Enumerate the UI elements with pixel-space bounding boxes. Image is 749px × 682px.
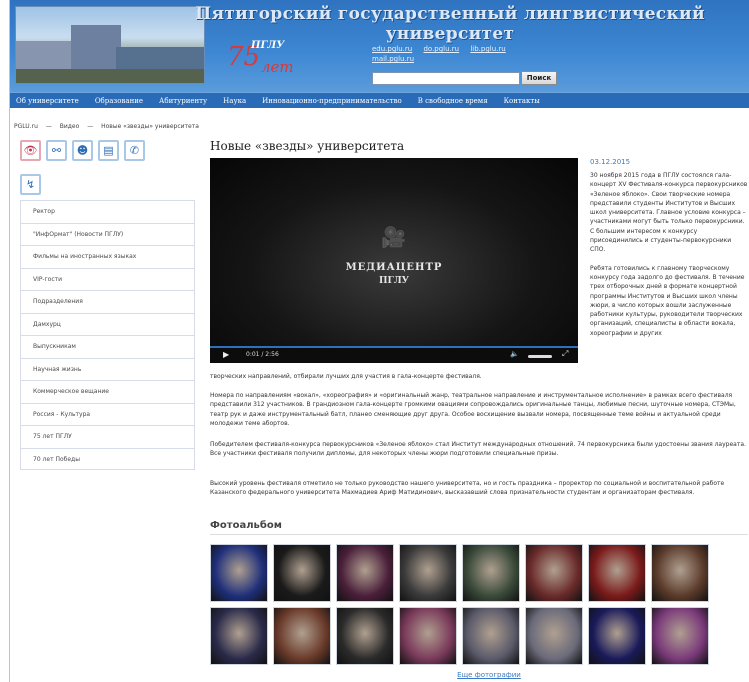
fullscreen-icon[interactable]: ⤢ bbox=[562, 349, 568, 359]
nav-item-applicants[interactable]: Абитуриенту bbox=[159, 97, 207, 105]
article-intro: 30 ноября 2015 года в ПГЛУ состоялся гал… bbox=[590, 171, 748, 347]
sidebar-item-damkhurts[interactable]: Дамхурц bbox=[20, 312, 195, 335]
photo-thumbnail[interactable] bbox=[651, 544, 709, 602]
intro-paragraph: 30 ноября 2015 года в ПГЛУ состоялся гал… bbox=[590, 172, 748, 254]
photo-thumbnail[interactable] bbox=[273, 607, 331, 665]
nav-item-contacts[interactable]: Контакты bbox=[504, 97, 540, 105]
breadcrumb-separator: — bbox=[45, 123, 52, 130]
camera-icon: 🎥 bbox=[381, 225, 406, 249]
sidebar-item-russia-culture[interactable]: Россия - Культура bbox=[20, 402, 195, 425]
more-photos-link[interactable]: Еще фотографии bbox=[10, 671, 749, 679]
photo-thumbnail[interactable] bbox=[588, 544, 646, 602]
nav-item-about[interactable]: Об университете bbox=[16, 97, 79, 105]
search-button[interactable]: Поиск bbox=[521, 71, 557, 85]
sidebar-menu: Ректор "ИнфОрмат" (Новости ПГЛУ) Фильмы … bbox=[20, 200, 195, 470]
breadcrumb-video[interactable]: Видео bbox=[60, 123, 80, 130]
header-links: edu.pglu.ru do.pglu.ru lib.pglu.ru mail.… bbox=[372, 44, 515, 64]
volume-icon[interactable]: 🔈 bbox=[510, 350, 519, 358]
sidebar-item-commercial[interactable]: Коммерческое вещание bbox=[20, 380, 195, 403]
link-do[interactable]: do.pglu.ru bbox=[423, 45, 459, 53]
divider bbox=[210, 534, 748, 535]
anniversary-logo[interactable]: 75 ПГЛУ лет bbox=[227, 40, 313, 80]
photo-thumbnail[interactable] bbox=[462, 607, 520, 665]
sidebar-item-films[interactable]: Фильмы на иностранных языках bbox=[20, 245, 195, 268]
page-title: Новые «звезды» университета bbox=[210, 139, 405, 153]
sidebar-item-vip[interactable]: VIP-гости bbox=[20, 267, 195, 290]
main-nav: Об университете Образование Абитуриенту … bbox=[10, 92, 749, 108]
photo-thumbnail[interactable] bbox=[273, 544, 331, 602]
page-frame: Пятигорский государственный лингвистичес… bbox=[9, 0, 749, 682]
article-paragraph: Высокий уровень фестиваля отметило не то… bbox=[210, 480, 725, 497]
sidebar-item-informat[interactable]: "ИнфОрмат" (Новости ПГЛУ) bbox=[20, 222, 195, 245]
article-date: 03.12.2015 bbox=[590, 158, 631, 166]
photo-thumbnail[interactable] bbox=[210, 607, 268, 665]
photo-thumbnail[interactable] bbox=[588, 607, 646, 665]
video-brand-line2: ПГЛУ bbox=[379, 276, 409, 286]
link-edu[interactable]: edu.pglu.ru bbox=[372, 45, 412, 53]
photo-thumbnail[interactable] bbox=[399, 544, 457, 602]
sidebar-item-graduates[interactable]: Выпускникам bbox=[20, 335, 195, 358]
nav-item-education[interactable]: Образование bbox=[95, 97, 143, 105]
article-paragraph: творческих направлений, отбирали лучших … bbox=[210, 373, 482, 380]
nav-item-free-time[interactable]: В свободное время bbox=[418, 97, 488, 105]
video-controls: ▶ 0:01 / 2:56 🔈 ⤢ bbox=[210, 346, 578, 363]
photo-thumbnail[interactable] bbox=[462, 544, 520, 602]
intro-paragraph: Ребята готовились к главному творческому… bbox=[590, 264, 745, 337]
photo-thumbnail[interactable] bbox=[399, 607, 457, 665]
link-mail[interactable]: mail.pglu.ru bbox=[372, 55, 414, 63]
volume-slider[interactable] bbox=[528, 355, 552, 358]
video-player[interactable]: 🎥 МЕДИАЦЕНТР ПГЛУ ▶ 0:01 / 2:56 🔈 ⤢ bbox=[210, 158, 578, 363]
users-icon[interactable]: ☻ bbox=[72, 140, 93, 161]
document-icon[interactable]: ▤ bbox=[98, 140, 119, 161]
breadcrumb: PGLU.ru — Видео — Новые «звезды» универс… bbox=[14, 123, 205, 130]
sidebar-item-science[interactable]: Научная жизнь bbox=[20, 357, 195, 380]
video-time: 0:01 / 2:56 bbox=[246, 351, 279, 358]
link-lib[interactable]: lib.pglu.ru bbox=[470, 45, 505, 53]
article-paragraph: Номера по направлениям «вокал», «хореогр… bbox=[210, 392, 736, 427]
video-brand-line1: МЕДИАЦЕНТР bbox=[345, 262, 443, 273]
header-banner: Пятигорский государственный лингвистичес… bbox=[10, 0, 749, 92]
photo-thumbnail[interactable] bbox=[525, 544, 583, 602]
photo-album-heading: Фотоальбом bbox=[210, 520, 282, 531]
eye-icon[interactable]: 👁 bbox=[20, 140, 41, 161]
phone-icon[interactable]: ✆ bbox=[124, 140, 145, 161]
sidebar-item-departments[interactable]: Подразделения bbox=[20, 290, 195, 313]
breadcrumb-home[interactable]: PGLU.ru bbox=[14, 123, 38, 130]
sitemap-icon[interactable]: ⚯ bbox=[46, 140, 67, 161]
photo-thumbnail[interactable] bbox=[336, 607, 394, 665]
sidebar-item-75-years[interactable]: 75 лет ПГЛУ bbox=[20, 425, 195, 448]
sidebar-item-rector[interactable]: Ректор bbox=[20, 200, 195, 223]
photo-thumbnail[interactable] bbox=[525, 607, 583, 665]
quick-icons: 👁 ⚯ ☻ ▤ ✆ bbox=[20, 140, 145, 161]
sidebar-item-70-victory[interactable]: 70 лет Победы bbox=[20, 447, 195, 470]
photo-thumbnail[interactable] bbox=[651, 607, 709, 665]
photo-thumbnail[interactable] bbox=[210, 544, 268, 602]
breadcrumb-current: Новые «звезды» университета bbox=[101, 123, 199, 130]
photo-grid bbox=[210, 544, 709, 665]
breadcrumb-separator: — bbox=[87, 123, 94, 130]
lightning-icon[interactable]: ↯ bbox=[20, 174, 41, 195]
nav-item-innovation[interactable]: Инновационно-предпринимательство bbox=[262, 97, 402, 105]
search-input[interactable] bbox=[372, 72, 520, 85]
university-title: Пятигорский государственный лингвистичес… bbox=[195, 4, 705, 44]
logo-abbr: ПГЛУ bbox=[251, 40, 285, 51]
photo-thumbnail[interactable] bbox=[336, 544, 394, 602]
play-icon[interactable]: ▶ bbox=[223, 350, 229, 359]
nav-item-science[interactable]: Наука bbox=[223, 97, 246, 105]
article-paragraph: Победителем фестиваля-конкурса первокурс… bbox=[210, 441, 746, 458]
logo-word: лет bbox=[261, 58, 294, 76]
